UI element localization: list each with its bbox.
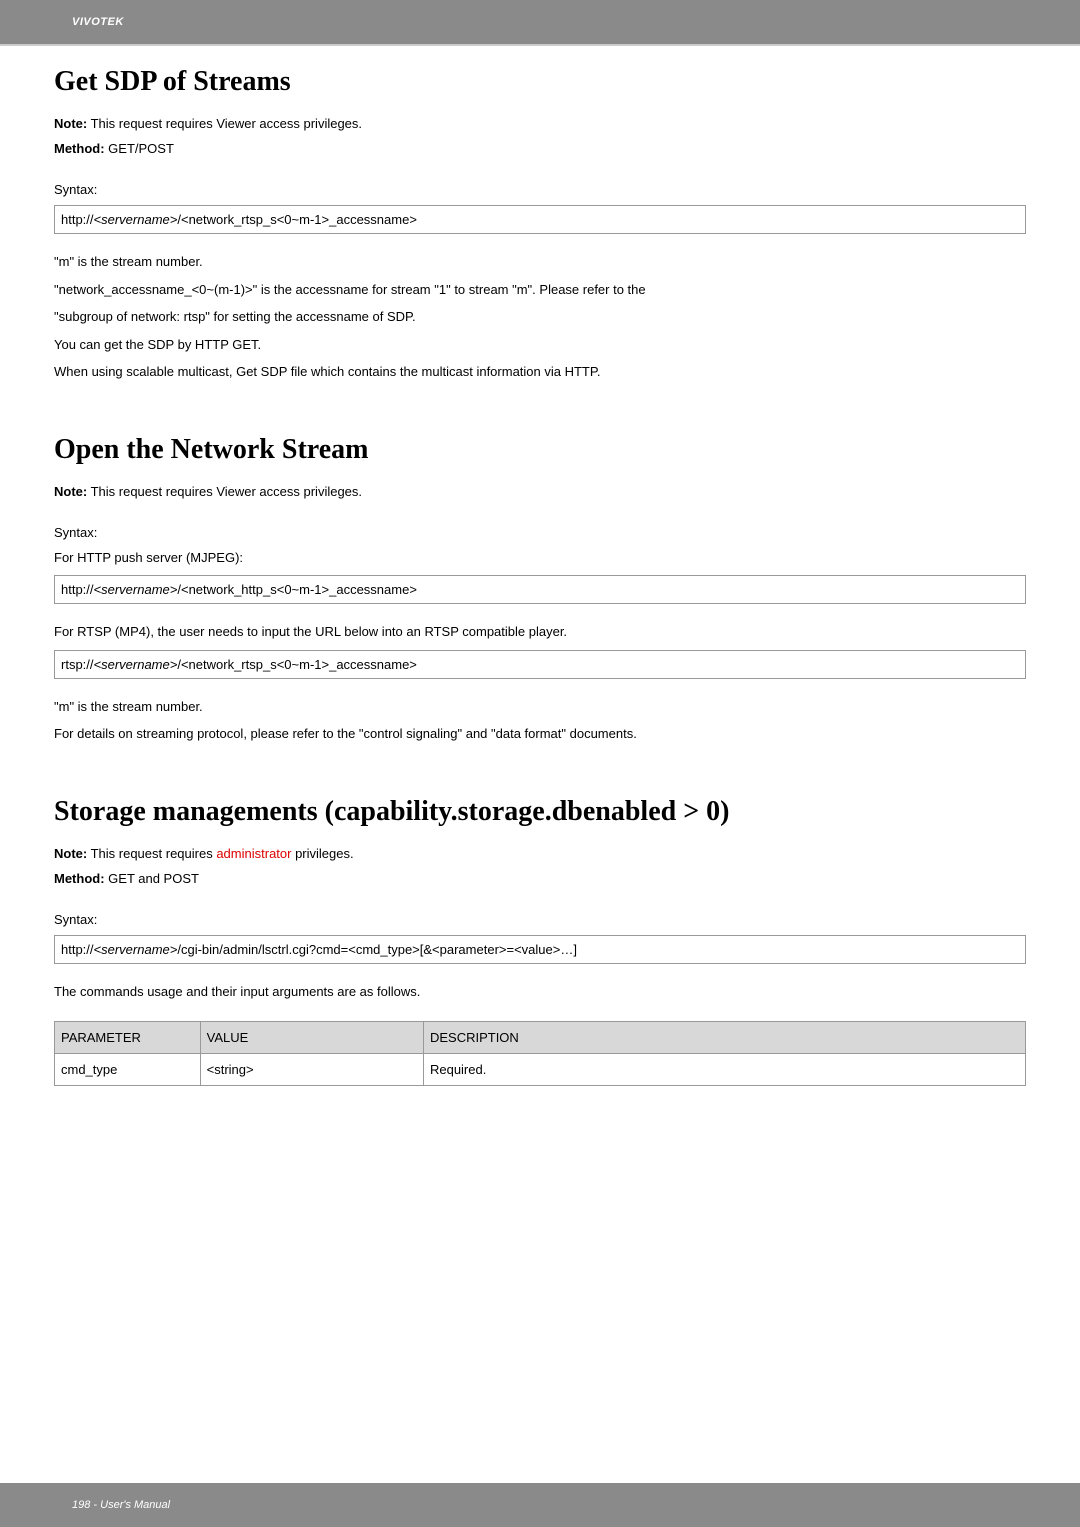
syntax-server: <servername> <box>94 942 178 957</box>
syntax-prefix: http:// <box>61 942 94 957</box>
method-label: Method: <box>54 141 105 156</box>
syntax-suffix: /<network_http_s<0~m-1>_accessname> <box>177 582 417 597</box>
syntax-prefix: rtsp:// <box>61 657 94 672</box>
method-text: GET and POST <box>105 871 199 886</box>
header-bar: VIVOTEK <box>0 0 1080 44</box>
body-text: "subgroup of network: rtsp" for setting … <box>54 307 1026 327</box>
syntax-suffix: /<network_rtsp_s<0~m-1>_accessname> <box>177 212 417 227</box>
body-text: The commands usage and their input argum… <box>54 982 1026 1002</box>
table-row: cmd_type <string> Required. <box>55 1054 1026 1086</box>
note-line-2: Note: This request requires Viewer acces… <box>54 484 1026 499</box>
document-page: VIVOTEK Get SDP of Streams Note: This re… <box>0 0 1080 1527</box>
syntax-box-http: http://<servername>/<network_http_s<0~m-… <box>54 575 1026 604</box>
syntax-cell: http://<servername>/<network_rtsp_s<0~m-… <box>55 206 1026 234</box>
note-text: This request requires Viewer access priv… <box>87 116 362 131</box>
note-text-1: This request requires <box>87 846 216 861</box>
http-label: For HTTP push server (MJPEG): <box>54 548 1026 568</box>
syntax-suffix: /<network_rtsp_s<0~m-1>_accessname> <box>177 657 417 672</box>
footer-bar: 198 - User's Manual <box>0 1483 1080 1527</box>
syntax-box-3: http://<servername>/cgi-bin/admin/lsctrl… <box>54 935 1026 964</box>
syntax-suffix: /cgi-bin/admin/lsctrl.cgi?cmd=<cmd_type>… <box>177 942 577 957</box>
method-label: Method: <box>54 871 105 886</box>
syntax-server: <servername> <box>94 582 178 597</box>
rtsp-label: For RTSP (MP4), the user needs to input … <box>54 622 1026 642</box>
param-table: PARAMETER VALUE DESCRIPTION cmd_type <st… <box>54 1021 1026 1086</box>
cell-param: cmd_type <box>55 1054 201 1086</box>
header-value: VALUE <box>200 1022 423 1054</box>
brand-label: VIVOTEK <box>72 16 124 28</box>
note-label: Note: <box>54 484 87 499</box>
syntax-cell: http://<servername>/cgi-bin/admin/lsctrl… <box>55 935 1026 963</box>
syntax-label-2: Syntax: <box>54 525 1026 540</box>
syntax-box-rtsp: rtsp://<servername>/<network_rtsp_s<0~m-… <box>54 650 1026 679</box>
syntax-server: <servername> <box>94 212 178 227</box>
cell-value: <string> <box>200 1054 423 1086</box>
method-line-3: Method: GET and POST <box>54 871 1026 886</box>
syntax-prefix: http:// <box>61 212 94 227</box>
note-text: This request requires Viewer access priv… <box>87 484 362 499</box>
section-title-3: Storage managements (capability.storage.… <box>54 796 1026 828</box>
syntax-cell: http://<servername>/<network_http_s<0~m-… <box>55 576 1026 604</box>
note-label: Note: <box>54 116 87 131</box>
syntax-cell: rtsp://<servername>/<network_rtsp_s<0~m-… <box>55 650 1026 678</box>
body-text: "m" is the stream number. <box>54 252 1026 272</box>
cell-desc: Required. <box>423 1054 1025 1086</box>
syntax-server: <servername> <box>94 657 178 672</box>
header-description: DESCRIPTION <box>423 1022 1025 1054</box>
section-title-2: Open the Network Stream <box>54 434 1026 466</box>
method-text: GET/POST <box>105 141 174 156</box>
syntax-label-1: Syntax: <box>54 182 1026 197</box>
body-text: For details on streaming protocol, pleas… <box>54 724 1026 744</box>
body-text: "network_accessname_<0~(m-1)>" is the ac… <box>54 280 1026 300</box>
syntax-label-3: Syntax: <box>54 912 1026 927</box>
header-parameter: PARAMETER <box>55 1022 201 1054</box>
syntax-prefix: http:// <box>61 582 94 597</box>
method-line-1: Method: GET/POST <box>54 141 1026 156</box>
section-title-1: Get SDP of Streams <box>54 66 1026 98</box>
table-header-row: PARAMETER VALUE DESCRIPTION <box>55 1022 1026 1054</box>
note-label: Note: <box>54 846 87 861</box>
note-line-1: Note: This request requires Viewer acces… <box>54 116 1026 131</box>
content-area: Get SDP of Streams Note: This request re… <box>0 46 1080 1116</box>
note-red: administrator <box>216 846 291 861</box>
note-text-2: privileges. <box>291 846 353 861</box>
body-text: "m" is the stream number. <box>54 697 1026 717</box>
syntax-box-1: http://<servername>/<network_rtsp_s<0~m-… <box>54 205 1026 234</box>
body-text: You can get the SDP by HTTP GET. <box>54 335 1026 355</box>
note-line-3: Note: This request requires administrato… <box>54 846 1026 861</box>
footer-text: 198 - User's Manual <box>72 1499 170 1511</box>
body-text: When using scalable multicast, Get SDP f… <box>54 362 1026 382</box>
